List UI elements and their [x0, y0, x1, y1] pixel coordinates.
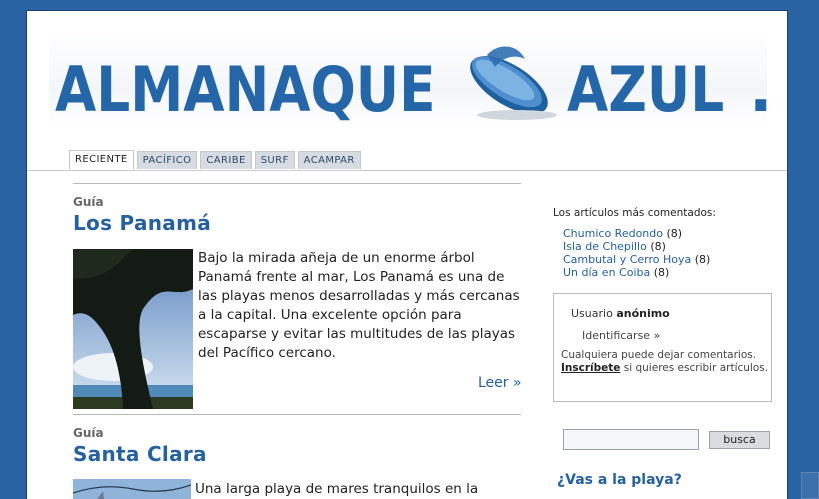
section-tabs: RECIENTE PACÍFICO CARIBE SURF ACAMPAR — [69, 150, 361, 171]
list-item: Isla de Chepillo (8) — [563, 240, 710, 253]
user-status: Usuario anónimo — [571, 307, 670, 320]
article-divider — [73, 414, 521, 415]
article-excerpt: Bajo la mirada añeja de un enorme árbol … — [198, 250, 520, 361]
article-thumbnail-los-panama[interactable] — [73, 249, 193, 409]
login-box: Usuario anónimo Identificarse » Cualquie… — [553, 293, 772, 402]
user-name: anónimo — [616, 307, 670, 320]
article-title-link[interactable]: Santa Clara — [73, 442, 207, 466]
list-item: Cambutal y Cerro Hoya (8) — [563, 253, 710, 266]
tab-divider — [27, 170, 787, 171]
read-more-link[interactable]: Leer » — [478, 375, 522, 391]
logo-dot: . — [749, 53, 773, 126]
note-text: si quieres escribir artículos. — [623, 361, 769, 374]
article-divider — [73, 183, 521, 184]
most-commented-link[interactable]: Cambutal y Cerro Hoya — [563, 253, 691, 266]
most-commented-heading: Los artículos más comentados: — [553, 207, 716, 219]
list-item: Chumico Redondo (8) — [563, 227, 710, 240]
tab-surf[interactable]: SURF — [254, 151, 295, 169]
user-label: Usuario — [571, 307, 613, 320]
article-kicker: Guía — [73, 426, 104, 440]
most-commented-link[interactable]: Chumico Redondo — [563, 227, 663, 240]
list-item: Un día en Coiba (8) — [563, 266, 710, 279]
article-kicker: Guía — [73, 195, 104, 209]
comment-count: (8) — [694, 253, 711, 266]
login-link[interactable]: Identificarse » — [582, 329, 660, 342]
login-note: Cualquiera puede dejar comentarios. Insc… — [561, 349, 769, 374]
note-text: Cualquiera puede dejar comentarios. — [561, 349, 757, 361]
flip-flop-logo-icon — [470, 46, 557, 120]
most-commented-link[interactable]: Isla de Chepillo — [563, 240, 647, 253]
tab-caribe[interactable]: CARIBE — [200, 151, 252, 169]
search-button[interactable]: busca — [709, 431, 770, 449]
most-commented-list: Chumico Redondo (8) Isla de Chepillo (8)… — [563, 227, 710, 279]
article-title-link[interactable]: Los Panamá — [73, 211, 211, 235]
search-input[interactable] — [563, 429, 699, 450]
tab-acampar[interactable]: ACAMPAR — [297, 151, 361, 169]
feedback-tab[interactable] — [801, 472, 819, 499]
page-container: ALMANAQUE AZUL . RECIENTE PACÍFICO CARIB… — [26, 10, 788, 499]
comment-count: (8) — [653, 266, 670, 279]
most-commented-link[interactable]: Un día en Coiba — [563, 266, 650, 279]
tab-pacifico[interactable]: PACÍFICO — [136, 151, 198, 169]
sidebar-promo-heading[interactable]: ¿Vas a la playa? — [557, 472, 682, 488]
logo-text-right: AZUL — [567, 53, 725, 126]
tab-reciente[interactable]: RECIENTE — [69, 150, 134, 170]
register-link[interactable]: Inscríbete — [561, 362, 620, 374]
article-thumbnail-santa-clara[interactable] — [73, 479, 191, 499]
comment-count: (8) — [666, 227, 683, 240]
logo-text-left: ALMANAQUE — [55, 53, 436, 126]
site-banner[interactable]: ALMANAQUE AZUL . — [49, 31, 773, 127]
article-excerpt: Una larga playa de mares tranquilos en l… — [195, 481, 479, 497]
comment-count: (8) — [650, 240, 666, 253]
